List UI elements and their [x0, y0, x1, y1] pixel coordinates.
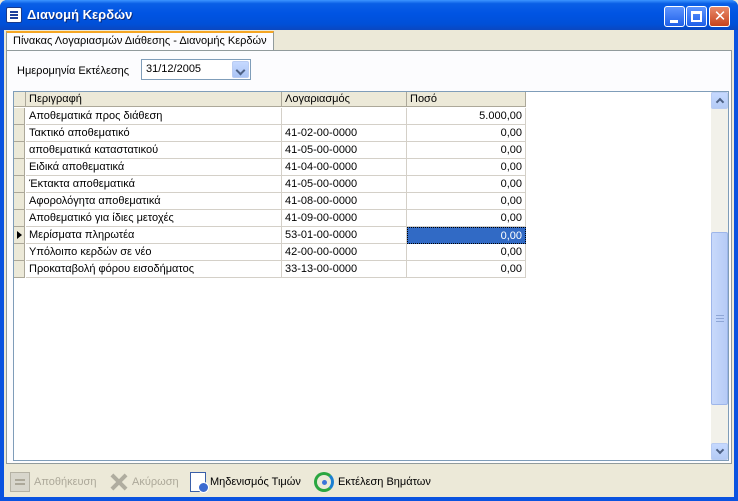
scroll-thumb[interactable]: [711, 232, 728, 405]
chevron-up-icon: [715, 97, 725, 107]
column-header-description[interactable]: Περιγραφή: [26, 92, 282, 107]
cell-description[interactable]: αποθεματικά καταστατικού: [26, 142, 282, 159]
grid-body: Περιγραφή Λογαριασμός Ποσό Αποθεματικά π…: [14, 92, 711, 460]
table-row[interactable]: Μερίσματα πληρωτέα 53-01-00-0000 0,00: [14, 227, 526, 244]
cancel-button[interactable]: Ακύρωση: [108, 470, 179, 494]
cancel-icon: [108, 472, 128, 492]
cell-account[interactable]: 42-00-00-0000: [282, 244, 407, 261]
scroll-down-button[interactable]: [711, 443, 728, 460]
cell-amount[interactable]: 0,00: [407, 210, 526, 227]
row-indicator[interactable]: [14, 210, 25, 227]
table-row[interactable]: Προκαταβολή φόρου εισοδήματος 33-13-00-00…: [14, 261, 526, 278]
client-area: Πίνακας Λογαριασμών Διάθεσης - Διανομής …: [4, 30, 734, 497]
save-label: Αποθήκευση: [34, 476, 97, 488]
cell-description[interactable]: Προκαταβολή φόρου εισοδήματος: [26, 261, 282, 278]
title-bar[interactable]: Διανομή Κερδών ✕: [0, 0, 738, 30]
maximize-button[interactable]: [686, 6, 707, 27]
cell-amount[interactable]: 0,00: [407, 244, 526, 261]
chevron-down-icon: [235, 65, 246, 76]
scroll-up-button[interactable]: [711, 92, 728, 109]
tab-accounts-table[interactable]: Πίνακας Λογαριασμών Διάθεσης - Διανομής …: [6, 31, 274, 51]
row-indicator[interactable]: [14, 159, 25, 176]
minimize-icon: [670, 20, 678, 23]
cell-account[interactable]: 41-02-00-0000: [282, 125, 407, 142]
run-steps-button[interactable]: Εκτέλεση Βημάτων: [314, 470, 431, 494]
cell-amount[interactable]: 0,00: [407, 125, 526, 142]
column-header-amount[interactable]: Ποσό: [407, 92, 526, 107]
cell-amount[interactable]: 0,00: [407, 227, 526, 244]
cell-description[interactable]: Τακτικό αποθεματικό: [26, 125, 282, 142]
cell-account[interactable]: 41-05-00-0000: [282, 142, 407, 159]
cell-description[interactable]: Ειδικά αποθεματικά: [26, 159, 282, 176]
cell-account[interactable]: 41-04-00-0000: [282, 159, 407, 176]
close-icon: ✕: [713, 8, 727, 25]
cell-account[interactable]: 41-08-00-0000: [282, 193, 407, 210]
row-indicator[interactable]: [14, 176, 25, 193]
table-row[interactable]: Έκτακτα αποθεματικά 41-05-00-0000 0,00: [14, 176, 526, 193]
cell-amount[interactable]: 5.000,00: [407, 108, 526, 125]
cell-account[interactable]: 41-09-00-0000: [282, 210, 407, 227]
save-icon: [10, 472, 30, 492]
date-value: 31/12/2005: [146, 63, 202, 75]
cell-description[interactable]: Αφορολόγητα αποθεματικά: [26, 193, 282, 210]
row-indicator[interactable]: [14, 125, 25, 142]
table-row[interactable]: Αποθεματικό για ίδιες μετοχές 41-09-00-00…: [14, 210, 526, 227]
date-label: Ημερομηνία Εκτέλεσης: [17, 65, 130, 77]
table-row[interactable]: Τακτικό αποθεματικό 41-02-00-0000 0,00: [14, 125, 526, 142]
vertical-scrollbar[interactable]: [711, 92, 728, 460]
window: Διανομή Κερδών ✕ Πίνακας Λογαριασμών Διά…: [0, 0, 738, 501]
cell-description[interactable]: Αποθεματικά προς διάθεση: [26, 108, 282, 125]
accounts-grid[interactable]: Περιγραφή Λογαριασμός Ποσό Αποθεματικά π…: [13, 91, 729, 461]
app-icon[interactable]: [6, 7, 22, 23]
bottom-toolbar: Αποθήκευση Ακύρωση Μηδενισμός Τιμών Εκτέ…: [4, 468, 734, 496]
row-indicator-header: [14, 92, 26, 107]
cell-account[interactable]: [282, 108, 407, 125]
row-indicator[interactable]: [14, 244, 25, 261]
run-label: Εκτέλεση Βημάτων: [338, 476, 431, 488]
close-button[interactable]: ✕: [709, 6, 730, 27]
maximize-icon: [691, 11, 702, 22]
cell-description[interactable]: Έκτακτα αποθεματικά: [26, 176, 282, 193]
cell-amount[interactable]: 0,00: [407, 193, 526, 210]
cancel-label: Ακύρωση: [132, 476, 179, 488]
cell-account[interactable]: 53-01-00-0000: [282, 227, 407, 244]
table-row[interactable]: Αποθεματικά προς διάθεση 5.000,00: [14, 108, 526, 125]
cell-description[interactable]: Αποθεματικό για ίδιες μετοχές: [26, 210, 282, 227]
run-steps-icon: [314, 472, 334, 492]
row-indicator[interactable]: [14, 193, 25, 210]
cell-account[interactable]: 33-13-00-0000: [282, 261, 407, 278]
tab-panel: Ημερομηνία Εκτέλεσης 31/12/2005 Περιγραφ…: [6, 50, 732, 464]
save-button[interactable]: Αποθήκευση: [10, 470, 96, 494]
table-row[interactable]: Υπόλοιπο κερδών σε νέο 42-00-00-0000 0,00: [14, 244, 526, 261]
date-picker[interactable]: 31/12/2005: [141, 59, 251, 80]
row-indicator[interactable]: [14, 142, 25, 159]
cell-description[interactable]: Υπόλοιπο κερδών σε νέο: [26, 244, 282, 261]
cell-amount[interactable]: 0,00: [407, 142, 526, 159]
chevron-down-icon: [715, 445, 725, 455]
reset-label: Μηδενισμός Τιμών: [210, 476, 301, 488]
reset-values-button[interactable]: Μηδενισμός Τιμών: [190, 470, 301, 494]
row-indicator[interactable]: [14, 227, 25, 244]
cell-amount[interactable]: 0,00: [407, 159, 526, 176]
cell-amount[interactable]: 0,00: [407, 176, 526, 193]
row-indicator[interactable]: [14, 261, 25, 278]
minimize-button[interactable]: [664, 6, 685, 27]
cell-amount[interactable]: 0,00: [407, 261, 526, 278]
document-reset-icon: [190, 472, 209, 493]
table-row[interactable]: Ειδικά αποθεματικά 41-04-00-0000 0,00: [14, 159, 526, 176]
table-row[interactable]: αποθεματικά καταστατικού 41-05-00-0000 0,0…: [14, 142, 526, 159]
cell-account[interactable]: 41-05-00-0000: [282, 176, 407, 193]
row-indicator[interactable]: [14, 108, 25, 125]
table-row[interactable]: Αφορολόγητα αποθεματικά 41-08-00-0000 0,00: [14, 193, 526, 210]
column-header-account[interactable]: Λογαριασμός: [282, 92, 407, 107]
date-dropdown-button[interactable]: [232, 61, 249, 78]
cell-description[interactable]: Μερίσματα πληρωτέα: [26, 227, 282, 244]
window-title: Διανομή Κερδών: [27, 7, 133, 22]
